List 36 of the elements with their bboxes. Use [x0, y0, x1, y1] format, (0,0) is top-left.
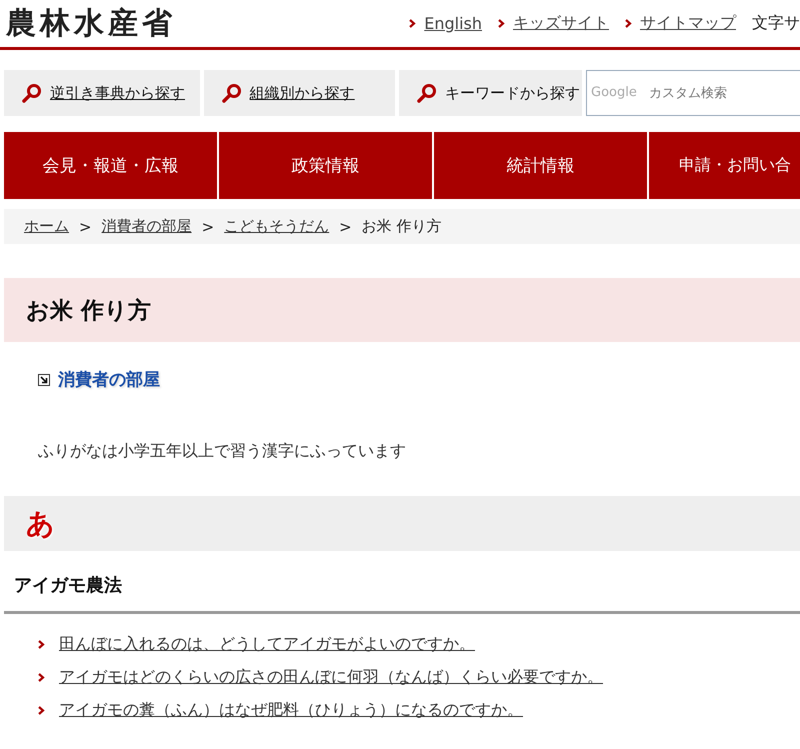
related-link[interactable]: 消費者の部屋	[58, 368, 160, 391]
search-icon	[417, 83, 437, 103]
breadcrumb-link[interactable]: 消費者の部屋	[102, 217, 192, 236]
furigana-note: ふりがなは小学五年以上で習う漢字にふっています	[38, 441, 407, 462]
breadcrumb-current: お米 作り方	[362, 217, 442, 236]
breadcrumb-separator: >	[339, 218, 352, 236]
breadcrumb-separator: >	[79, 218, 92, 236]
chevron-icon	[38, 673, 45, 682]
question-link[interactable]: アイガモはどのくらいの広さの田んぼに何羽（なんば）くらい必要ですか。	[59, 667, 603, 688]
breadcrumb-link[interactable]: こどもそうだん	[224, 217, 330, 236]
page-title: お米 作り方	[4, 278, 800, 342]
search-brand: Google	[591, 85, 637, 100]
chevron-icon	[38, 640, 45, 649]
header-link[interactable]: キッズサイト	[513, 13, 609, 34]
kana-heading: あ	[26, 506, 55, 542]
search-icon	[22, 83, 42, 103]
question-link[interactable]: 田んぼに入れるのは、どうしてアイガモがよいのですか。	[59, 634, 475, 655]
header-link[interactable]: English	[424, 14, 482, 33]
question-link[interactable]: アイガモの糞（ふん）はなぜ肥料（ひりょう）になるのですか。	[59, 700, 523, 721]
site-logo[interactable]: 農林水産省	[6, 3, 176, 44]
arrow-box-icon	[38, 374, 50, 386]
chevron-icon	[409, 19, 416, 28]
breadcrumb-separator: >	[202, 218, 214, 236]
nav-tab[interactable]: 統計情報	[434, 132, 647, 199]
topic-heading: アイガモ農法	[14, 574, 123, 597]
breadcrumb-link[interactable]: ホーム	[24, 217, 69, 236]
chevron-icon	[498, 19, 505, 28]
nav-tab[interactable]: 政策情報	[219, 132, 432, 199]
nav-tab[interactable]: 会見・報道・広報	[4, 132, 217, 199]
header-link[interactable]: サイトマップ	[640, 13, 736, 34]
chevron-icon	[38, 706, 45, 715]
chevron-icon	[625, 19, 632, 28]
search-icon	[222, 83, 242, 103]
search-tab-label: キーワードから探す	[445, 84, 580, 102]
text-size-label: 文字サ	[752, 13, 800, 34]
nav-tab[interactable]: 申請・お問い合	[649, 132, 800, 199]
